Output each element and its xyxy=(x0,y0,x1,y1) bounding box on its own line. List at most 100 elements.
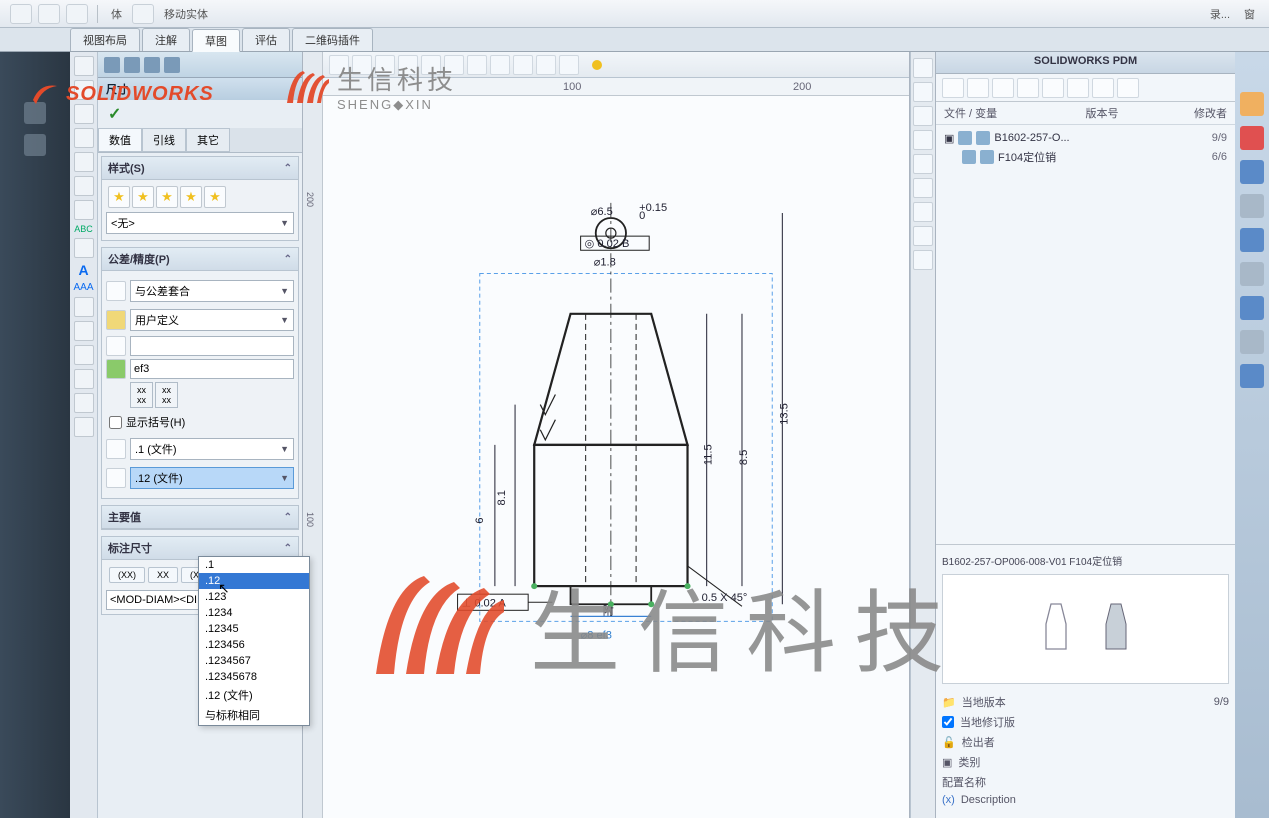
style-remove-favorite-icon[interactable]: ★ xyxy=(156,186,178,208)
view-tool-icon[interactable] xyxy=(490,55,510,75)
panel-toggle-icon[interactable] xyxy=(913,58,933,78)
abc-text-tool[interactable]: ABC xyxy=(74,224,93,234)
style-favorite-icon[interactable]: ★ xyxy=(108,186,130,208)
collapse-icon[interactable]: ⌃ xyxy=(284,254,292,265)
tool-button[interactable] xyxy=(132,4,154,24)
desktop-shortcut-icon[interactable] xyxy=(1240,262,1264,286)
fit-class-input[interactable] xyxy=(130,359,294,379)
primary-precision-dropdown[interactable]: .1 (文件)▼ xyxy=(130,438,294,460)
pdm-tool-icon[interactable] xyxy=(1092,78,1114,98)
sub-tab-value[interactable]: 数值 xyxy=(98,128,142,152)
col-version[interactable]: 版本号 xyxy=(1086,105,1157,121)
style-select-dropdown[interactable]: <无>▼ xyxy=(106,212,294,234)
rail-icon[interactable] xyxy=(24,134,46,156)
tab-sketch[interactable]: 草图 xyxy=(192,29,240,52)
tool-icon[interactable] xyxy=(74,321,94,341)
toolbar-move-body[interactable]: 移动实体 xyxy=(160,6,212,22)
show-parentheses-checkbox[interactable] xyxy=(109,416,122,429)
sub-tab-leader[interactable]: 引线 xyxy=(142,128,186,152)
precision-option[interactable]: .12345678 xyxy=(199,669,309,685)
pdm-tool-icon[interactable] xyxy=(1067,78,1089,98)
precision-option[interactable]: 与标称相同 xyxy=(199,705,309,725)
precision-option[interactable]: .12 (文件) xyxy=(199,685,309,705)
panel-toggle-icon[interactable] xyxy=(913,82,933,102)
view-tool-icon[interactable] xyxy=(536,55,556,75)
style-add-favorite-icon[interactable]: ★ xyxy=(132,186,154,208)
drawing-viewport[interactable]: 0.5 X 45° 6 8.1 11.5 8.5 13.5 ⌀6.5 +0.15 xyxy=(353,102,899,808)
select-tool-icon[interactable] xyxy=(74,56,94,76)
text-a-tool-icon[interactable]: A xyxy=(78,262,88,278)
precision-option[interactable]: .12 xyxy=(199,573,309,589)
tool-icon[interactable] xyxy=(74,345,94,365)
tool-icon[interactable] xyxy=(74,393,94,413)
precision-option[interactable]: .123456 xyxy=(199,637,309,653)
tab-view-layout[interactable]: 视图布局 xyxy=(70,28,140,51)
desktop-shortcut-icon[interactable] xyxy=(1240,228,1264,252)
collapse-icon[interactable]: ⌃ xyxy=(284,163,292,174)
user-define-dropdown[interactable]: 用户定义▼ xyxy=(130,309,294,331)
precision-option[interactable]: .12345 xyxy=(199,621,309,637)
fmt-paren-button[interactable]: (XX) xyxy=(109,567,145,583)
tree-row[interactable]: F104定位销 6/6 xyxy=(944,147,1227,167)
note-tool-icon[interactable] xyxy=(74,238,94,258)
desktop-shortcut-icon[interactable] xyxy=(1240,194,1264,218)
panel-toggle-icon[interactable] xyxy=(913,106,933,126)
local-mod-checkbox[interactable] xyxy=(942,716,954,728)
pdm-tool-icon[interactable] xyxy=(1117,78,1139,98)
collapse-icon[interactable]: ⌃ xyxy=(284,512,292,523)
desktop-shortcut-icon[interactable] xyxy=(1240,92,1264,116)
tree-row[interactable]: ▣ B1602-257-O... 9/9 xyxy=(944,129,1227,147)
panel-toggle-icon[interactable] xyxy=(913,178,933,198)
feature-icon[interactable] xyxy=(124,57,140,73)
precision-option[interactable]: .1234 xyxy=(199,605,309,621)
precision-option[interactable]: .1 xyxy=(199,557,309,573)
circle-tool-icon[interactable] xyxy=(74,128,94,148)
feature-icon[interactable] xyxy=(144,57,160,73)
pdm-refresh-icon[interactable] xyxy=(942,78,964,98)
desktop-shortcut-icon[interactable] xyxy=(1240,160,1264,184)
panel-toggle-icon[interactable] xyxy=(913,130,933,150)
text-aaa-tool-icon[interactable]: AAA xyxy=(73,282,93,293)
pdm-checkout-icon[interactable] xyxy=(992,78,1014,98)
tool-icon[interactable] xyxy=(74,417,94,437)
view-tool-icon[interactable] xyxy=(559,55,579,75)
style-save-favorite-icon[interactable]: ★ xyxy=(180,186,202,208)
tool-button[interactable] xyxy=(10,4,32,24)
style-load-favorite-icon[interactable]: ★ xyxy=(204,186,226,208)
sub-tab-other[interactable]: 其它 xyxy=(186,128,230,152)
tolerance-fit-dropdown[interactable]: 与公差套合▼ xyxy=(130,280,294,302)
tool-button[interactable] xyxy=(38,4,60,24)
panel-toggle-icon[interactable] xyxy=(913,154,933,174)
col-modifier[interactable]: 修改者 xyxy=(1156,105,1227,121)
panel-toggle-icon[interactable] xyxy=(913,250,933,270)
fmt-plain-button[interactable]: XX xyxy=(148,567,178,583)
feature-icon[interactable] xyxy=(104,57,120,73)
tool-icon[interactable] xyxy=(74,369,94,389)
tol-display-toggle[interactable]: xxxx xyxy=(155,382,178,408)
desktop-shortcut-icon[interactable] xyxy=(1240,364,1264,388)
upper-tolerance-input[interactable] xyxy=(130,336,294,356)
tolerance-precision-dropdown[interactable]: .12 (文件)▼ xyxy=(130,467,294,489)
drawing-canvas[interactable]: 100 200 xyxy=(323,52,910,818)
toolbar-label[interactable]: 录... xyxy=(1206,6,1234,22)
pdm-get-icon[interactable] xyxy=(1017,78,1039,98)
tab-annotation[interactable]: 注解 xyxy=(142,28,190,51)
tol-display-toggle[interactable]: xxxx xyxy=(130,382,153,408)
toolbar-label[interactable]: 体 xyxy=(107,6,126,22)
tab-evaluate[interactable]: 评估 xyxy=(242,28,290,51)
tool-button[interactable] xyxy=(66,4,88,24)
panel-toggle-icon[interactable] xyxy=(913,226,933,246)
collapse-icon[interactable]: ⌃ xyxy=(284,543,292,554)
pdm-tool-icon[interactable] xyxy=(1042,78,1064,98)
toolbar-label[interactable]: 窗 xyxy=(1240,6,1259,22)
tool-icon[interactable] xyxy=(74,297,94,317)
desktop-shortcut-icon[interactable] xyxy=(1240,330,1264,354)
arc-tool-icon[interactable] xyxy=(74,152,94,172)
view-tool-icon[interactable] xyxy=(513,55,533,75)
expand-icon[interactable]: ▣ xyxy=(944,132,954,145)
view-tool-icon[interactable] xyxy=(467,55,487,75)
panel-toggle-icon[interactable] xyxy=(913,202,933,222)
preview-thumbnail[interactable] xyxy=(942,574,1229,684)
dimension-tool-icon[interactable] xyxy=(74,200,94,220)
spline-tool-icon[interactable] xyxy=(74,176,94,196)
